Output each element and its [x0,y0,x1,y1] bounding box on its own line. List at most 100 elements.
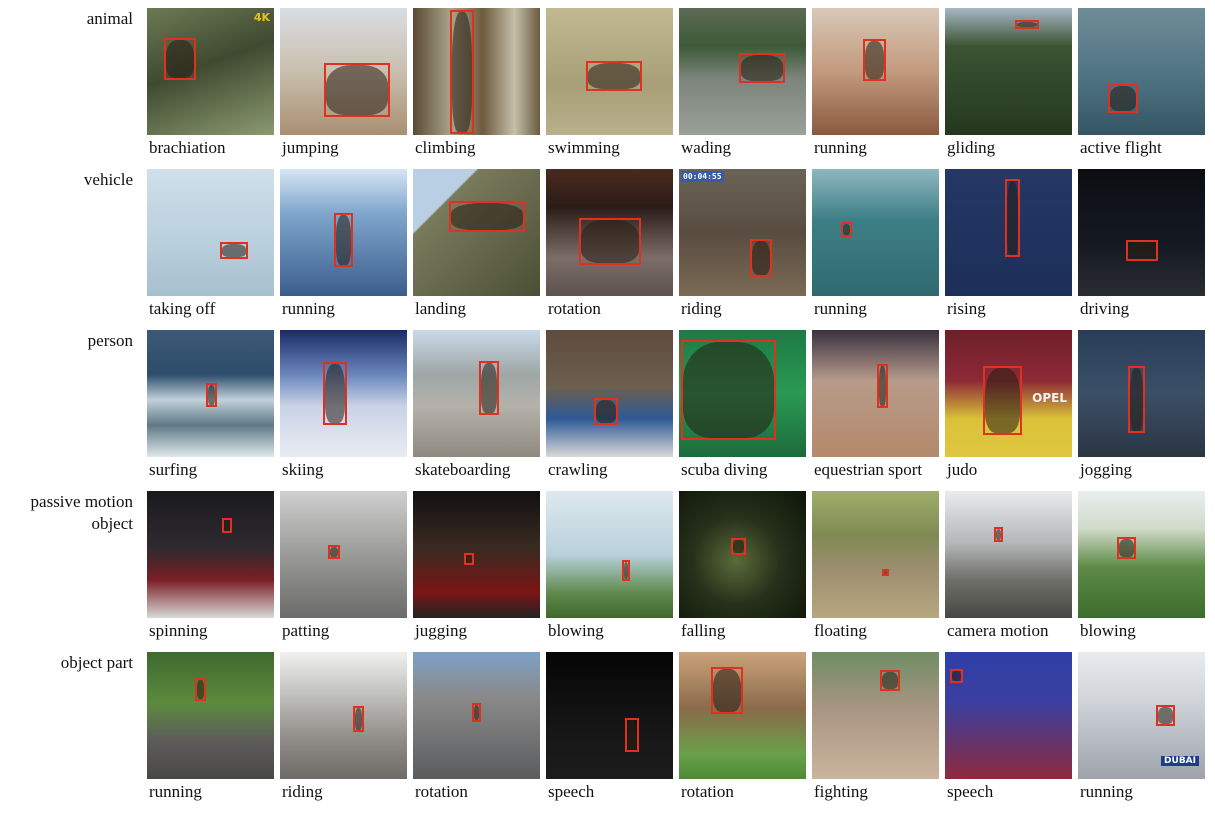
video-frame-thumbnail [1078,330,1205,457]
bounding-box [464,553,474,565]
action-caption: running [1080,782,1133,801]
action-caption: landing [415,299,466,318]
bounding-box [222,518,232,533]
action-caption: active flight [1080,138,1162,157]
category-row: vehicle taking off running landing rotation 0… [0,169,1215,331]
bounding-box [731,538,746,555]
video-frame-thumbnail [280,652,407,779]
bounding-box [195,678,206,701]
video-frame-thumbnail: OPEL [945,330,1072,457]
video-frame-thumbnail [1078,8,1205,135]
bounding-box [220,242,248,259]
bounding-box [1005,179,1020,257]
video-frame-thumbnail [280,491,407,618]
action-caption: climbing [415,138,476,157]
action-caption: gliding [947,138,996,157]
action-caption: falling [681,621,726,640]
action-caption: crawling [548,460,608,479]
category-label: object part [60,653,133,672]
action-caption: riding [681,299,722,318]
timestamp-overlay: 00:04:55 [681,171,724,182]
category-label: vehicle [83,170,133,189]
bounding-box [586,61,642,91]
category-row: person surfing skiing skateboarding crawling… [0,330,1215,492]
video-frame-thumbnail [679,491,806,618]
action-caption: fighting [814,782,868,801]
bounding-box [994,527,1003,542]
bounding-box [622,560,630,581]
category-label: passive motion object [30,492,133,533]
badge-4k: 4K [253,11,270,24]
action-caption: speech [548,782,595,801]
bounding-box [750,239,772,277]
bounding-box [1128,366,1145,433]
video-frame-thumbnail [945,652,1072,779]
video-frame-thumbnail [812,652,939,779]
car-livery-text: DUBAI [1161,756,1199,766]
action-caption: rising [947,299,986,318]
video-frame-thumbnail [812,330,939,457]
bounding-box [711,667,743,714]
action-caption: brachiation [149,138,226,157]
action-caption: rotation [548,299,601,318]
video-frame-thumbnail [679,652,806,779]
action-caption: patting [282,621,330,640]
action-caption: running [814,138,867,157]
bounding-box [950,669,963,683]
action-caption: rotation [415,782,468,801]
action-caption: riding [282,782,323,801]
action-caption: taking off [149,299,216,318]
action-caption: jugging [415,621,467,640]
action-caption: spinning [149,621,208,640]
video-frame-thumbnail [147,491,274,618]
action-caption: equestrian sport [814,460,923,479]
action-caption: camera motion [947,621,1049,640]
bounding-box [472,703,481,722]
bounding-box [206,383,217,407]
category-label: person [87,331,133,350]
video-frame-thumbnail [546,491,673,618]
video-frame-thumbnail [546,330,673,457]
bounding-box [594,398,618,425]
video-frame-thumbnail [945,491,1072,618]
video-frame-thumbnail [1078,169,1205,296]
video-frame-thumbnail [413,330,540,457]
action-caption: speech [947,782,994,801]
action-caption: jumping [282,138,339,157]
video-frame-thumbnail [945,8,1072,135]
category-row: object part running riding rotation speech ro… [0,652,1215,814]
video-frame-thumbnail [280,330,407,457]
bounding-box [164,38,196,80]
video-frame-thumbnail [812,491,939,618]
action-caption: skiing [282,460,324,479]
bounding-box [841,222,852,237]
bounding-box [739,53,785,83]
bounding-box [863,39,886,81]
action-caption: driving [1080,299,1130,318]
bounding-box [983,366,1022,435]
category-label: animal [86,9,133,28]
bounding-box [323,362,347,425]
video-frame-thumbnail [147,330,274,457]
video-frame-thumbnail: 00:04:55 [679,169,806,296]
bounding-box [324,63,390,117]
bounding-box [681,340,776,440]
video-frame-thumbnail [812,8,939,135]
video-frame-thumbnail [413,491,540,618]
bounding-box [880,670,900,691]
action-caption: judo [947,460,978,479]
video-frame-thumbnail [546,8,673,135]
video-frame-thumbnail [413,652,540,779]
bounding-box [353,706,364,732]
video-frame-thumbnail [679,330,806,457]
bounding-box [334,213,353,267]
action-caption: blowing [1080,621,1136,640]
video-frame-thumbnail [546,652,673,779]
bounding-box [479,361,499,415]
action-caption: floating [814,621,867,640]
category-row: passive motion object spinning patting jugg… [0,491,1215,653]
bounding-box [1015,20,1039,29]
video-frame-thumbnail [280,169,407,296]
action-caption: wading [681,138,732,157]
video-frame-thumbnail [147,652,274,779]
